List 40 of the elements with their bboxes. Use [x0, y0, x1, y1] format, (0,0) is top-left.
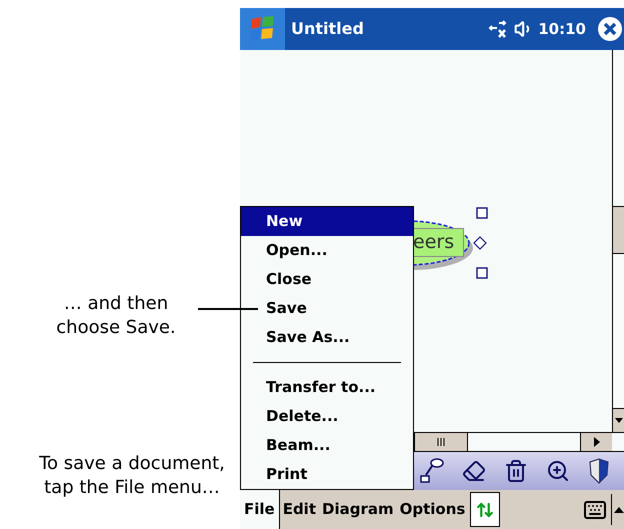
- selection-handle-icon[interactable]: [476, 267, 488, 279]
- menu-item[interactable]: Save: [241, 294, 413, 323]
- trash-icon[interactable]: [504, 459, 528, 483]
- scroll-thumb[interactable]: [613, 206, 624, 254]
- menu-item[interactable]: Transfer to...: [241, 372, 413, 402]
- connection-point-icon[interactable]: [473, 236, 487, 250]
- menu-bar-item[interactable]: Diagram: [319, 490, 397, 529]
- menu-item[interactable]: Print: [241, 460, 413, 489]
- menu-item[interactable]: Beam...: [241, 430, 413, 460]
- menu-bar-item[interactable]: Options: [396, 490, 468, 529]
- menu-bar-item[interactable]: Edit: [280, 490, 319, 529]
- right-arrow-icon: [594, 437, 600, 447]
- down-arrow-icon: [614, 418, 622, 423]
- menu-item[interactable]: Open...: [241, 236, 413, 265]
- menu-item[interactable]: Delete...: [241, 402, 413, 431]
- connectivity-icon[interactable]: [488, 20, 508, 38]
- scroll-right-button[interactable]: [580, 433, 612, 451]
- annotation-text: … and then choose Save.: [55, 292, 177, 340]
- menu-item[interactable]: Save As...: [241, 323, 413, 352]
- up-caret-icon[interactable]: [614, 506, 624, 512]
- vertical-scrollbar[interactable]: [612, 50, 624, 432]
- selection-handle-icon[interactable]: [476, 207, 488, 219]
- grip-icon: [437, 438, 445, 446]
- zoom-icon[interactable]: [546, 459, 570, 483]
- clock-time[interactable]: 10:10: [538, 18, 586, 40]
- shape-label: eers: [412, 228, 464, 257]
- menu-bar-item[interactable]: File: [240, 490, 280, 529]
- start-button[interactable]: [240, 8, 285, 50]
- window-title: Untitled: [291, 18, 364, 40]
- arrows-icon: [476, 500, 494, 518]
- scroll-down-button[interactable]: [613, 408, 624, 432]
- close-icon[interactable]: [598, 17, 622, 41]
- input-toggle-button[interactable]: [470, 492, 500, 527]
- connector-icon[interactable]: [420, 458, 444, 484]
- menu-item[interactable]: New: [241, 207, 413, 236]
- shield-icon[interactable]: [588, 458, 610, 484]
- eraser-icon[interactable]: [462, 459, 486, 483]
- menu-item[interactable]: Close: [241, 265, 413, 294]
- scroll-thumb[interactable]: [414, 433, 468, 451]
- annotation-text: To save a document, tap the File menu…: [38, 452, 226, 500]
